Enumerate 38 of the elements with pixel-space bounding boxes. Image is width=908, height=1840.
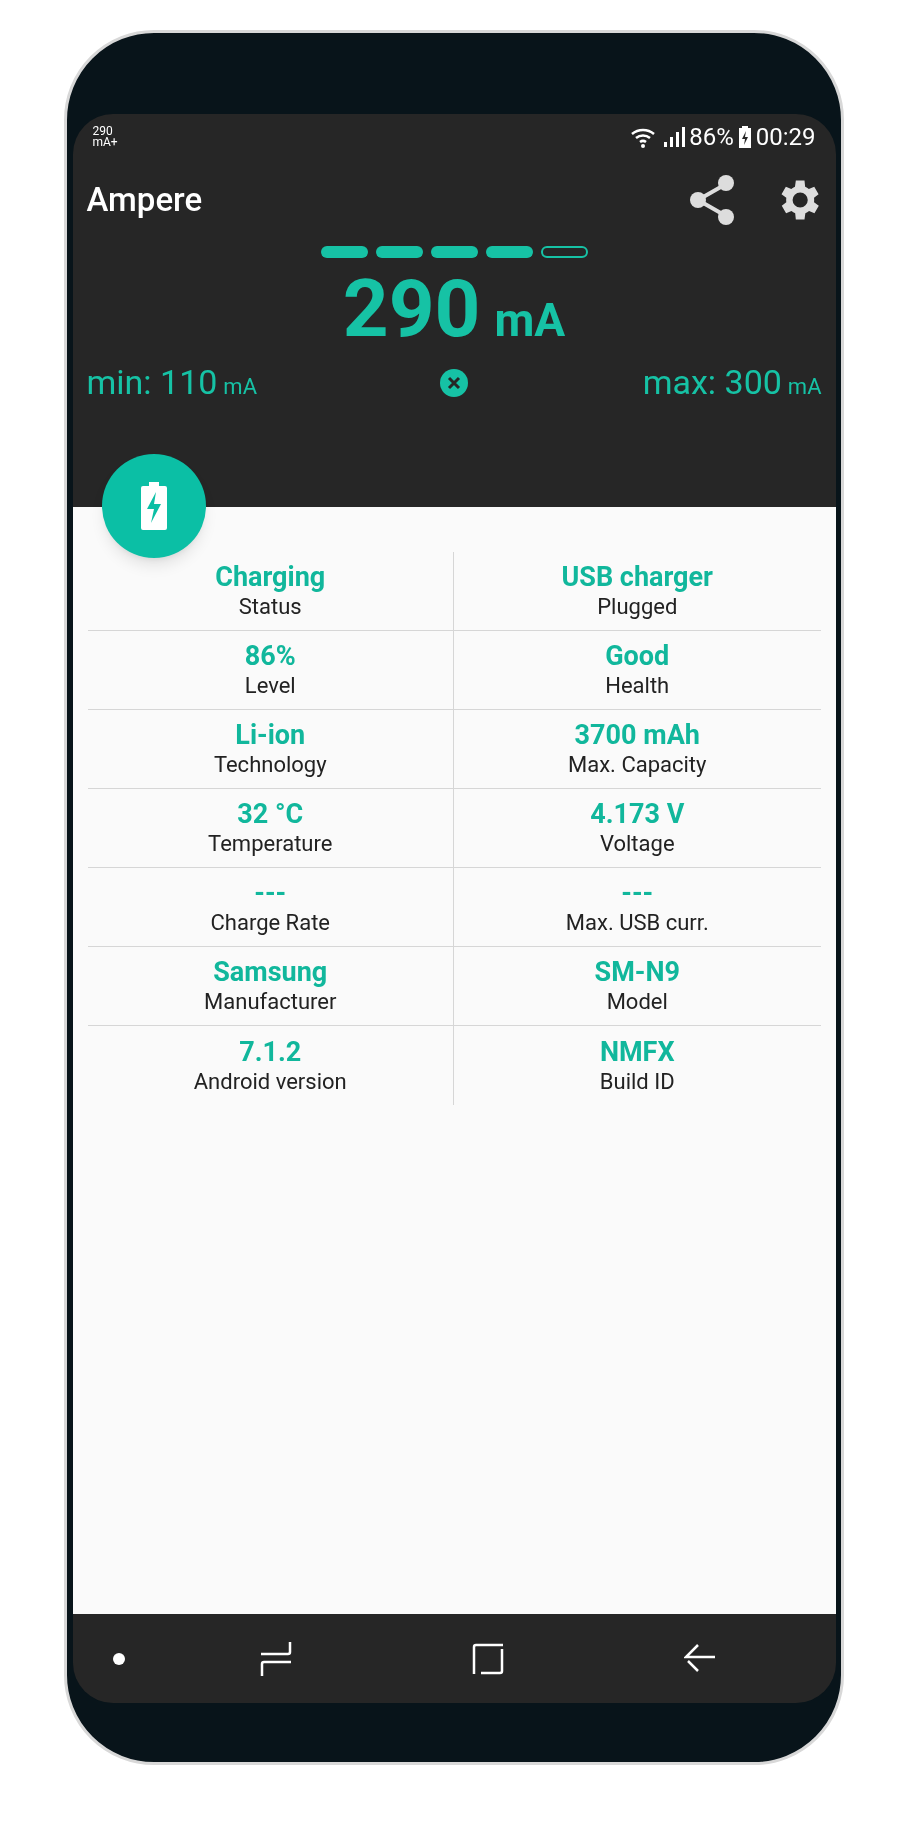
app-title: Ampere (86, 179, 203, 222)
info-value: --- (621, 877, 654, 909)
info-value: Samsung (213, 956, 328, 988)
info-value: SM-N9 (594, 956, 680, 988)
info-value: Charging (215, 561, 326, 593)
info-label: Status (238, 593, 302, 621)
info-label: Manufacturer (204, 988, 337, 1016)
info-value: 3700 mAh (574, 719, 700, 751)
info-value: NMFX (599, 1035, 675, 1068)
info-value: 32 °C (237, 798, 304, 830)
info-label: Level (244, 672, 296, 700)
info-value: Li-ion (235, 719, 306, 751)
battery-percent: 86% (689, 122, 734, 153)
info-value: USB charger (561, 561, 713, 593)
info-label: Technology (213, 751, 327, 779)
info-value: 7.1.2 (239, 1035, 302, 1068)
min-unit: mA (223, 373, 257, 401)
info-label: Temperature (208, 830, 333, 858)
current-value: 290 (342, 264, 481, 354)
info-value: --- (254, 877, 287, 909)
info-label: Health (605, 672, 670, 700)
info-label: Plugged (597, 593, 678, 621)
info-label: Max. USB curr. (565, 909, 709, 937)
max-unit: mA (787, 373, 822, 401)
current-unit: mA (494, 292, 566, 349)
notification-text: 290 mA+ (92, 126, 118, 148)
max-reading: max: 300 (642, 361, 782, 404)
info-label: Charge Rate (210, 909, 330, 937)
info-label: Android version (193, 1067, 347, 1096)
info-label: Model (606, 988, 668, 1016)
info-value: Good (605, 640, 670, 672)
info-label: Max. Capacity (568, 751, 707, 779)
info-value: 4.173 V (590, 798, 685, 830)
clock-time: 00:29 (755, 122, 816, 153)
info-value: 86% (244, 640, 296, 672)
info-label: Build ID (599, 1067, 675, 1096)
min-reading: min: 110 (86, 361, 218, 404)
info-label: Voltage (599, 830, 675, 858)
